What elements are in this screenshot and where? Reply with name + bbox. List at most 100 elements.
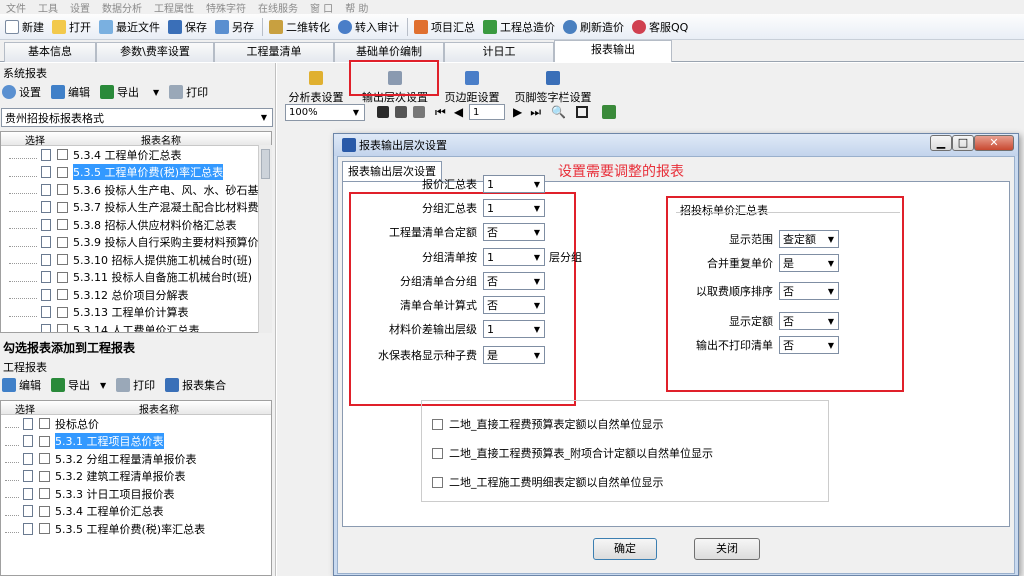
tab-unit-price[interactable]: 基础单价编制 xyxy=(334,42,444,62)
setting-select[interactable]: 1 ▼ xyxy=(483,175,545,193)
multi-page-icon[interactable] xyxy=(395,106,407,118)
open-button[interactable]: 打开 xyxy=(49,16,94,38)
list-item[interactable]: 5.3.3 计日工项目报价表 xyxy=(1,485,271,503)
export-dropdown-icon[interactable]: ▼ xyxy=(153,88,159,97)
report-collection-button[interactable]: 报表集合 xyxy=(165,377,226,393)
menu-item[interactable]: 数据分析 xyxy=(102,0,142,15)
list-item[interactable]: 5.3.14 人工费单价汇总表 xyxy=(5,321,271,332)
menu-item[interactable]: 文件 xyxy=(6,0,26,15)
project-summary-button[interactable]: 项目汇总 xyxy=(411,16,478,38)
row-checkbox[interactable] xyxy=(39,488,50,500)
tab-daywork[interactable]: 计日工 xyxy=(444,42,554,62)
margin-settings-button[interactable]: 页边距设置 xyxy=(440,71,504,105)
refresh-cost-button[interactable]: 刷新造价 xyxy=(560,16,627,38)
menu-item[interactable]: 设置 xyxy=(70,0,90,15)
row-checkbox[interactable] xyxy=(39,505,50,517)
setting-select[interactable]: 是 ▼ xyxy=(779,254,839,272)
menu-item[interactable]: 窗 口 xyxy=(310,0,333,15)
list-item[interactable]: 5.3.1 工程项目总价表 xyxy=(1,433,271,451)
setting-select[interactable]: 否 ▼ xyxy=(779,312,839,330)
setting-select[interactable]: 否 ▼ xyxy=(779,282,839,300)
list-item[interactable]: 5.3.5 工程单价费(税)率汇总表 xyxy=(1,520,271,538)
list-item[interactable]: 5.3.8 招标人供应材料价格汇总表 xyxy=(5,216,271,234)
first-page-icon[interactable]: ⏮ xyxy=(435,105,446,120)
setting-select[interactable]: 查定额 ▼ xyxy=(779,230,839,248)
row-checkbox[interactable] xyxy=(57,201,68,213)
single-page-icon[interactable] xyxy=(377,106,389,118)
setting-select[interactable]: 否 ▼ xyxy=(483,296,545,314)
list-item[interactable]: 5.3.5 工程单价费(税)率汇总表 xyxy=(5,164,271,182)
menu-item[interactable]: 帮 助 xyxy=(345,0,368,15)
report-template-select[interactable]: 贵州招投标报表格式 ▼ xyxy=(1,108,273,127)
list-item[interactable]: 5.3.13 工程单价计算表 xyxy=(5,304,271,322)
setting-select[interactable]: 否 ▼ xyxy=(483,272,545,290)
row-checkbox[interactable] xyxy=(57,306,68,318)
row-checkbox[interactable] xyxy=(57,219,68,231)
tab-report-output[interactable]: 报表输出 xyxy=(554,40,672,62)
ok-button[interactable]: 确定 xyxy=(593,538,657,560)
project-export-button[interactable]: 导出 ▼ xyxy=(51,377,106,393)
setting-select[interactable]: 1 ▼ xyxy=(483,199,545,217)
new-button[interactable]: 新建 xyxy=(2,16,47,38)
checkbox-box[interactable] xyxy=(432,418,443,430)
page-number-input[interactable]: 1 xyxy=(469,104,506,120)
option-checkbox[interactable]: 二地_工程施工费明细表定额以自然单位显示 xyxy=(432,474,664,490)
checkbox-box[interactable] xyxy=(432,476,443,488)
row-checkbox[interactable] xyxy=(39,435,50,447)
list-item[interactable]: 5.3.4 工程单价汇总表 xyxy=(5,146,271,164)
convert-2d-button[interactable]: 二维转化 xyxy=(266,16,333,38)
close-window-button[interactable]: ✕ xyxy=(974,135,1014,151)
list-item[interactable]: 5.3.11 投标人自备施工机械台时(班) xyxy=(5,269,271,287)
list-item[interactable]: 5.3.2 分组工程量清单报价表 xyxy=(1,450,271,468)
row-checkbox[interactable] xyxy=(57,166,68,178)
project-edit-button[interactable]: 编辑 xyxy=(2,377,41,393)
menu-item[interactable]: 工具 xyxy=(38,0,58,15)
page-width-icon[interactable] xyxy=(413,106,425,118)
row-checkbox[interactable] xyxy=(39,523,50,535)
edit-button[interactable]: 编辑 xyxy=(51,84,90,100)
setting-select[interactable]: 1 ▼ xyxy=(483,320,545,338)
save-as-button[interactable]: 另存 xyxy=(212,16,257,38)
save-button[interactable]: 保存 xyxy=(165,16,210,38)
export-dropdown-icon[interactable]: ▼ xyxy=(100,381,106,390)
list-item[interactable]: 5.3.9 投标人自行采购主要材料预算价 xyxy=(5,234,271,252)
close-button[interactable]: 关闭 xyxy=(694,538,760,560)
row-checkbox[interactable] xyxy=(57,184,68,196)
recent-files-button[interactable]: 最近文件 xyxy=(96,16,163,38)
import-audit-button[interactable]: 转入审计 xyxy=(335,16,402,38)
menu-item[interactable]: 在线服务 xyxy=(258,0,298,15)
setting-select[interactable]: 否 ▼ xyxy=(483,223,545,241)
row-checkbox[interactable] xyxy=(57,149,68,161)
print-button[interactable]: 打印 xyxy=(169,84,208,100)
minimize-button[interactable]: ▁ xyxy=(930,135,952,151)
setting-select[interactable]: 是 ▼ xyxy=(483,346,545,364)
zoom-select[interactable]: 100% ▼ xyxy=(285,103,365,121)
search-icon[interactable]: 🔍 xyxy=(551,105,566,119)
list-item[interactable]: 5.3.12 总价项目分解表 xyxy=(5,286,271,304)
option-checkbox[interactable]: 二地_直接工程费预算表定额以自然单位显示 xyxy=(432,416,664,432)
frame-icon[interactable] xyxy=(576,106,589,118)
scroll-thumb[interactable] xyxy=(261,149,270,179)
next-page-icon[interactable]: ▶ xyxy=(513,105,522,119)
row-checkbox[interactable] xyxy=(57,254,68,266)
last-page-icon[interactable]: ⏭ xyxy=(530,105,541,120)
footer-signature-settings-button[interactable]: 页脚签字栏设置 xyxy=(513,71,593,105)
row-checkbox[interactable] xyxy=(57,236,68,248)
row-checkbox[interactable] xyxy=(39,453,50,465)
list-item[interactable]: 投标总价 xyxy=(1,415,271,433)
row-checkbox[interactable] xyxy=(57,324,68,332)
setting-select[interactable]: 1 ▼ xyxy=(483,248,545,266)
prev-page-icon[interactable]: ◀ xyxy=(454,105,463,119)
export-button[interactable]: 导出 ▼ xyxy=(100,84,159,100)
setting-select[interactable]: 否 ▼ xyxy=(779,336,839,354)
analysis-table-settings-button[interactable]: 分析表设置 xyxy=(286,71,346,105)
vertical-scrollbar[interactable] xyxy=(258,145,272,333)
menu-item[interactable]: 特殊字符 xyxy=(206,0,246,15)
support-qq-button[interactable]: 客服QQ xyxy=(629,16,691,38)
list-item[interactable]: 5.3.4 工程单价汇总表 xyxy=(1,503,271,521)
list-item[interactable]: 5.3.7 投标人生产混凝土配合比材料费 xyxy=(5,199,271,217)
project-print-button[interactable]: 打印 xyxy=(116,377,155,393)
settings-button[interactable]: 设置 xyxy=(2,84,41,100)
exit-icon[interactable] xyxy=(602,105,617,119)
row-checkbox[interactable] xyxy=(57,271,68,283)
